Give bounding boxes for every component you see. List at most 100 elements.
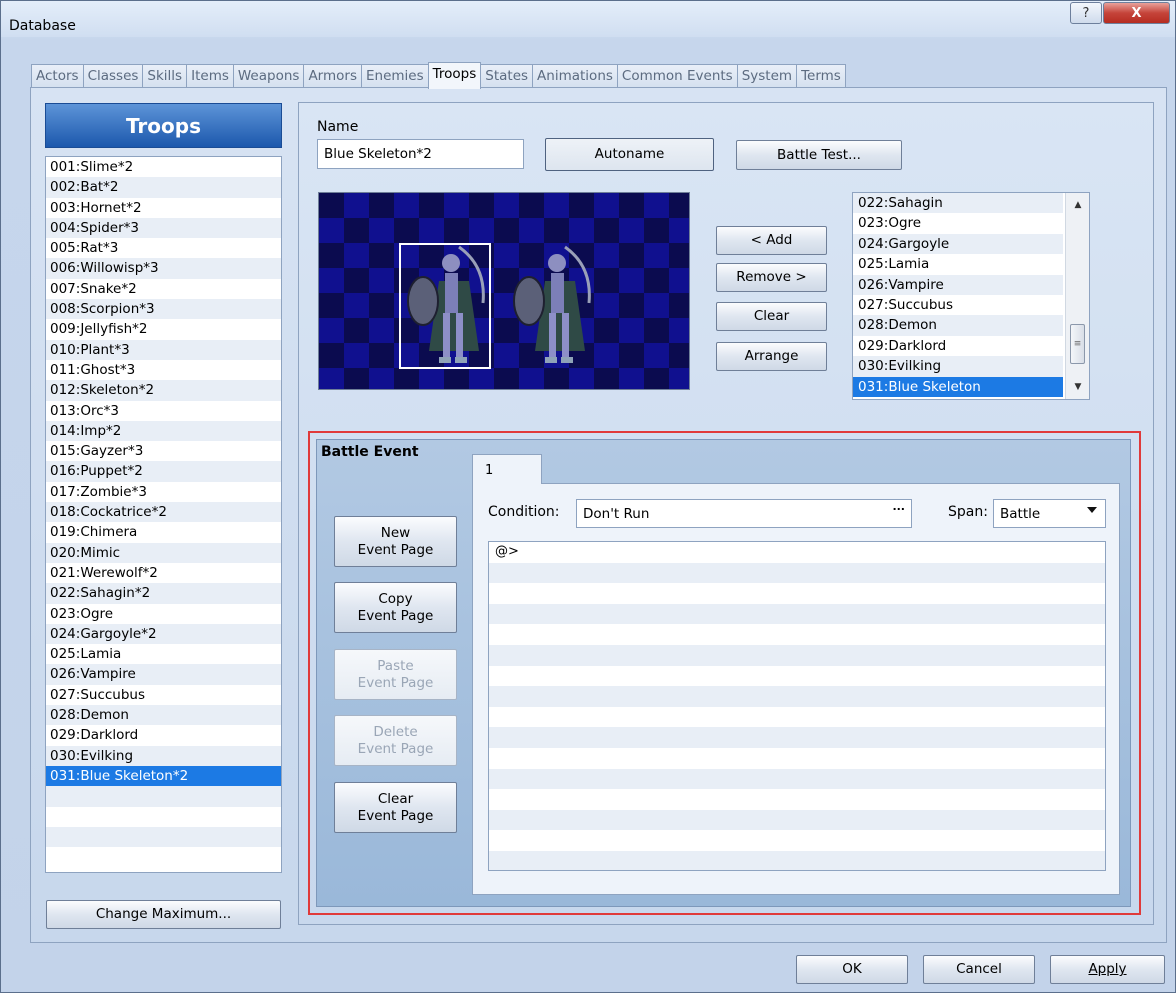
- tab-enemies[interactable]: Enemies: [360, 64, 429, 88]
- troop-list-item[interactable]: 001:Slime*2: [46, 157, 281, 177]
- enemy-list-item[interactable]: 023:Ogre: [853, 213, 1063, 233]
- empty-command-row: [489, 768, 1105, 790]
- change-maximum-button[interactable]: Change Maximum...: [46, 900, 281, 929]
- troop-list-item[interactable]: 025:Lamia: [46, 644, 281, 664]
- ellipsis-icon[interactable]: ...: [892, 500, 905, 513]
- enemy-list-item[interactable]: 029:Darklord: [853, 336, 1063, 356]
- tab-troops[interactable]: Troops: [427, 62, 482, 89]
- enemy-list-item[interactable]: 028:Demon: [853, 315, 1063, 336]
- empty-command-row: [489, 748, 1105, 769]
- enemy-list-item[interactable]: 030:Evilking: [853, 356, 1063, 377]
- paste-event-page-button[interactable]: Paste Event Page: [334, 649, 457, 700]
- battle-preview[interactable]: [318, 192, 690, 390]
- troop-list-item[interactable]: 010:Plant*3: [46, 339, 281, 360]
- empty-command-row: [489, 686, 1105, 707]
- tab-terms[interactable]: Terms: [796, 64, 846, 88]
- troop-list-item[interactable]: 023:Ogre: [46, 604, 281, 624]
- empty-command-row: [489, 809, 1105, 831]
- copy-event-page-button[interactable]: Copy Event Page: [334, 582, 457, 633]
- troop-list-item[interactable]: 007:Snake*2: [46, 279, 281, 299]
- troop-list-item[interactable]: 027:Succubus: [46, 685, 281, 705]
- clear-enemies-button[interactable]: Clear: [716, 302, 827, 331]
- delete-event-page-button[interactable]: Delete Event Page: [334, 715, 457, 766]
- tab-items[interactable]: Items: [186, 64, 234, 88]
- tab-animations[interactable]: Animations: [532, 64, 618, 88]
- troop-list-item[interactable]: 031:Blue Skeleton*2: [46, 765, 281, 787]
- enemy-list-scrollbar[interactable]: ▲ ≡ ▼: [1065, 193, 1089, 399]
- troop-list-item[interactable]: 019:Chimera: [46, 522, 281, 542]
- tab-armors[interactable]: Armors: [303, 64, 362, 88]
- enemy-list-item[interactable]: 025:Lamia: [853, 254, 1063, 274]
- troop-list-item[interactable]: 029:Darklord: [46, 725, 281, 745]
- tab-weapons[interactable]: Weapons: [232, 64, 305, 88]
- condition-value: Don't Run: [583, 505, 650, 522]
- blue-skeleton-sprite[interactable]: [505, 241, 605, 371]
- troop-list-item[interactable]: 028:Demon: [46, 705, 281, 726]
- troop-list-item[interactable]: 015:Gayzer*3: [46, 441, 281, 461]
- new-event-page-button[interactable]: New Event Page: [334, 516, 457, 567]
- battle-event-title: Battle Event: [321, 444, 419, 460]
- event-command-row[interactable]: @>: [489, 542, 1105, 563]
- troop-list-item[interactable]: 004:Spider*3: [46, 217, 281, 239]
- troop-list-item[interactable]: 003:Hornet*2: [46, 198, 281, 218]
- tab-classes[interactable]: Classes: [82, 64, 144, 88]
- troop-list-item[interactable]: 002:Bat*2: [46, 177, 281, 198]
- scroll-down-icon[interactable]: ▼: [1066, 377, 1089, 397]
- enemy-list[interactable]: 022:Sahagin 023:Ogre 024:Gargoyle 025:Lamia…: [852, 192, 1090, 400]
- troop-list[interactable]: 001:Slime*2 002:Bat*2 003:Hornet*2 004:Spid…: [45, 156, 282, 873]
- troop-list-item[interactable]: 006:Willowisp*3: [46, 258, 281, 279]
- empty-command-row: [489, 850, 1105, 870]
- troop-list-item[interactable]: 018:Cockatrice*2: [46, 502, 281, 523]
- empty-command-row: [489, 789, 1105, 810]
- troop-list-item[interactable]: 011:Ghost*3: [46, 360, 281, 380]
- empty-command-row: [489, 603, 1105, 625]
- troop-name-input[interactable]: Blue Skeleton*2: [317, 139, 524, 169]
- autoname-button[interactable]: Autoname: [545, 138, 714, 171]
- help-button[interactable]: ?: [1070, 2, 1102, 24]
- troop-list-item[interactable]: 012:Skeleton*2: [46, 380, 281, 401]
- event-command-list[interactable]: @>: [488, 541, 1106, 871]
- empty-list-row: [46, 826, 281, 848]
- enemy-list-item[interactable]: 024:Gargoyle: [853, 233, 1063, 255]
- troop-list-item[interactable]: 021:Werewolf*2: [46, 563, 281, 583]
- troop-list-item[interactable]: 016:Puppet*2: [46, 461, 281, 482]
- scroll-up-icon[interactable]: ▲: [1066, 195, 1089, 215]
- condition-field[interactable]: Don't Run ...: [576, 499, 912, 528]
- troop-list-item[interactable]: 013:Orc*3: [46, 401, 281, 421]
- enemy-selection-box: [399, 243, 491, 369]
- tab-skills[interactable]: Skills: [142, 64, 188, 88]
- tab-common-events[interactable]: Common Events: [616, 64, 738, 88]
- clear-event-page-button[interactable]: Clear Event Page: [334, 782, 457, 833]
- battle-test-button[interactable]: Battle Test...: [736, 140, 902, 170]
- tab-states[interactable]: States: [480, 64, 534, 88]
- condition-label: Condition:: [488, 504, 560, 520]
- apply-button[interactable]: Apply: [1050, 955, 1165, 984]
- troop-list-item[interactable]: 024:Gargoyle*2: [46, 623, 281, 645]
- enemy-list-item[interactable]: 026:Vampire: [853, 274, 1063, 295]
- scroll-thumb[interactable]: ≡: [1070, 324, 1085, 364]
- add-enemy-button[interactable]: < Add: [716, 226, 827, 255]
- remove-enemy-button[interactable]: Remove >: [716, 263, 827, 292]
- tab-system[interactable]: System: [736, 64, 798, 88]
- empty-list-row: [46, 807, 281, 827]
- troop-list-item[interactable]: 008:Scorpion*3: [46, 299, 281, 320]
- troop-list-item[interactable]: 030:Evilking: [46, 745, 281, 766]
- troop-list-item[interactable]: 017:Zombie*3: [46, 482, 281, 502]
- empty-command-row: [489, 644, 1105, 666]
- troop-list-item[interactable]: 005:Rat*3: [46, 238, 281, 258]
- troop-list-item[interactable]: 014:Imp*2: [46, 420, 281, 442]
- enemy-list-item[interactable]: 031:Blue Skeleton: [853, 376, 1063, 397]
- arrange-button[interactable]: Arrange: [716, 342, 827, 371]
- troop-list-item[interactable]: 009:Jellyfish*2: [46, 319, 281, 339]
- close-button[interactable]: X: [1103, 2, 1170, 24]
- ok-button[interactable]: OK: [796, 955, 908, 984]
- enemy-list-item[interactable]: 022:Sahagin: [853, 193, 1063, 214]
- span-select[interactable]: Battle: [993, 499, 1106, 528]
- troop-list-item[interactable]: 022:Sahagin*2: [46, 583, 281, 604]
- cancel-button[interactable]: Cancel: [923, 955, 1035, 984]
- tab-actors[interactable]: Actors: [31, 64, 84, 88]
- enemy-list-item[interactable]: 027:Succubus: [853, 295, 1063, 315]
- event-page-tab-1[interactable]: 1: [472, 454, 542, 484]
- troop-list-item[interactable]: 020:Mimic: [46, 542, 281, 563]
- troop-list-item[interactable]: 026:Vampire: [46, 664, 281, 685]
